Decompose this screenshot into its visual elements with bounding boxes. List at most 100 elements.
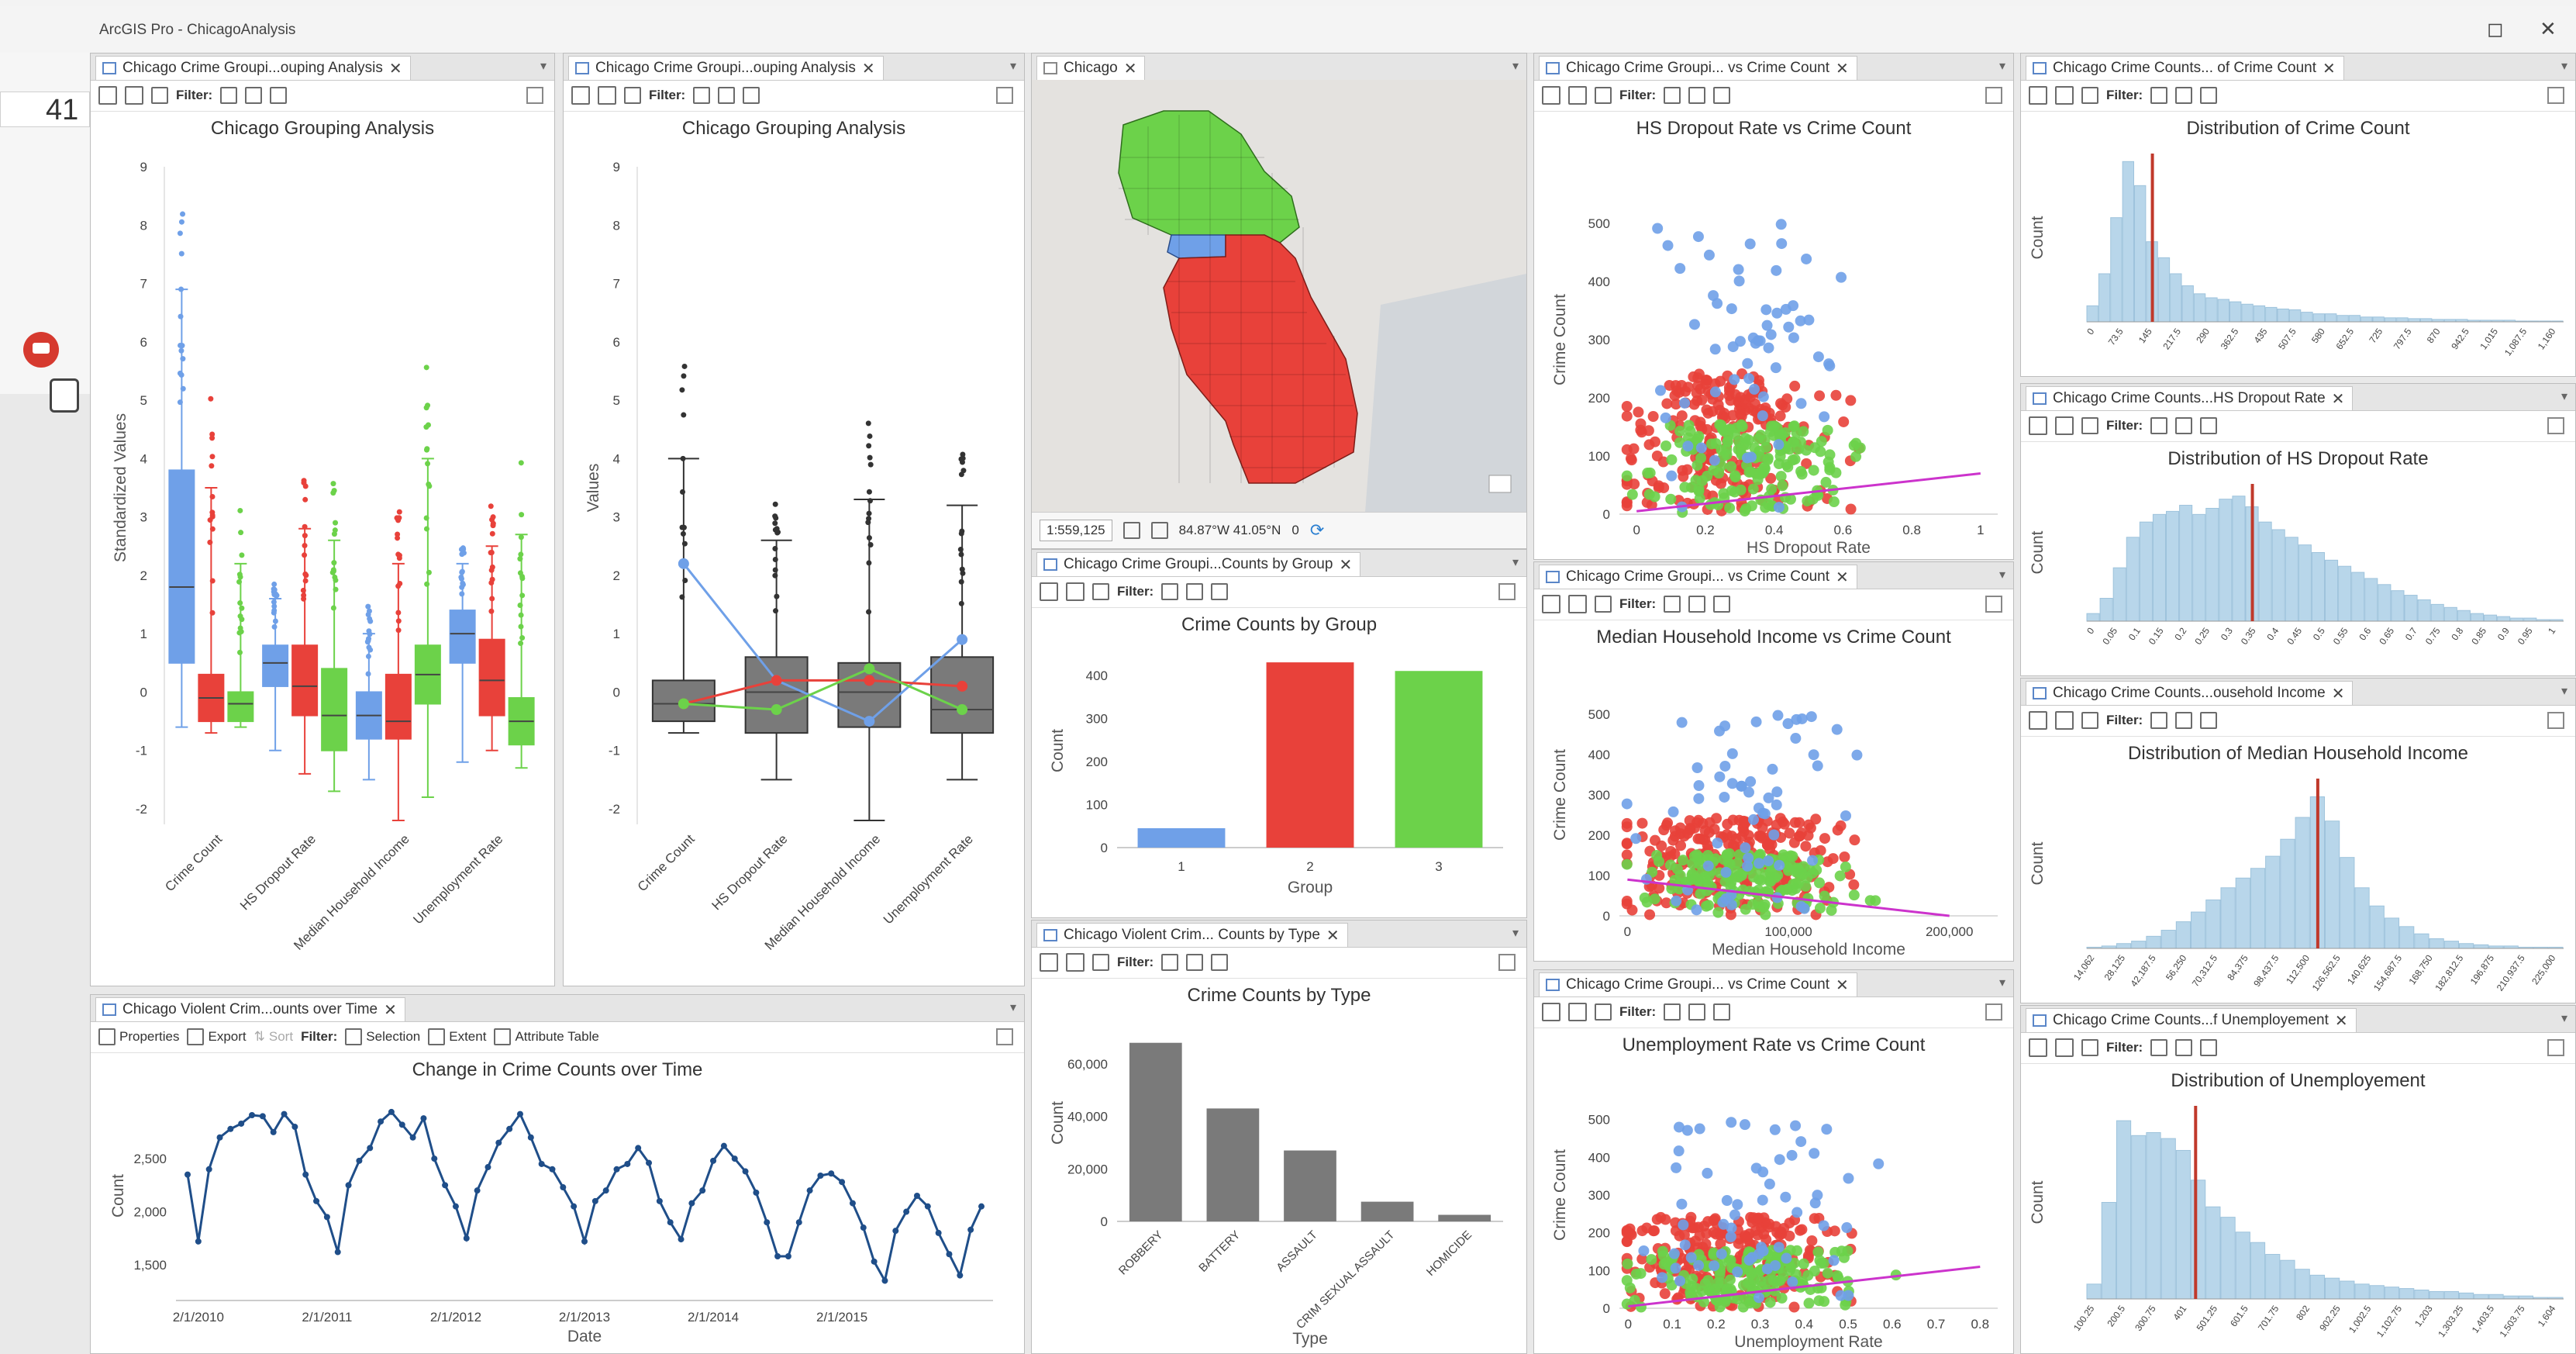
pane-properties-icon[interactable]	[996, 1028, 1013, 1045]
properties-icon[interactable]	[2029, 86, 2047, 105]
filter-selection-icon[interactable]	[1161, 583, 1179, 600]
pane-tab[interactable]: Chicago Crime Groupi... vs Crime Count ✕	[1539, 56, 1857, 80]
properties-icon[interactable]	[2029, 1038, 2047, 1057]
map-view[interactable]	[1032, 80, 1526, 513]
scatter-income-chart[interactable]: Median Household Income vs Crime Count 0 1…	[1534, 620, 2013, 961]
attribute-table-icon[interactable]	[1211, 583, 1229, 600]
pane-tab[interactable]: Chicago ✕	[1036, 56, 1146, 80]
attribute-table-icon[interactable]	[743, 87, 760, 104]
sort-icon[interactable]	[1092, 583, 1109, 600]
pane-properties-icon[interactable]	[1985, 1003, 2002, 1021]
boxplot-values-chart[interactable]: Chicago Grouping Analysis -2 -1 0 1 2 3 4 5 6 7 8 9 V…	[564, 111, 1024, 986]
export-icon[interactable]	[598, 86, 616, 105]
tab-close-icon[interactable]: ✕	[862, 59, 875, 78]
close-icon[interactable]: ✕	[2540, 17, 2557, 41]
filter-selection-icon[interactable]	[1664, 87, 1681, 104]
filter-selection-icon[interactable]	[2150, 712, 2168, 729]
tab-close-icon[interactable]: ✕	[384, 1000, 397, 1020]
attribute-table-icon[interactable]	[2200, 1039, 2218, 1056]
pane-menu-icon[interactable]: ▾	[2561, 683, 2567, 699]
boxplot-standardized-chart[interactable]: Chicago Grouping Analysis -2 -1 0 1 2 3 4 5 6 7 8 9 S…	[91, 111, 554, 986]
pane-tab[interactable]: Chicago Crime Groupi...ouping Analysis ✕	[95, 56, 411, 80]
sort-icon[interactable]	[151, 87, 168, 104]
attribute-table-icon[interactable]	[1713, 87, 1731, 104]
hist-crime-chart[interactable]: Distribution of Crime Count 0 73.5 145 217.5…	[2021, 111, 2575, 376]
pane-menu-icon[interactable]: ▾	[1999, 58, 2005, 74]
sort-icon[interactable]	[2081, 712, 2098, 729]
properties-icon[interactable]	[98, 86, 117, 105]
pane-menu-icon[interactable]: ▾	[2561, 389, 2567, 404]
tab-close-icon[interactable]: ✕	[1836, 976, 1849, 995]
filter-extent-icon[interactable]	[2175, 87, 2193, 104]
pane-properties-icon[interactable]	[996, 87, 1013, 104]
filter-extent-icon[interactable]	[2175, 417, 2193, 434]
pane-menu-icon[interactable]: ▾	[540, 58, 547, 74]
pane-tab[interactable]: Chicago Crime Counts... of Crime Count ✕	[2026, 56, 2344, 80]
attribute-table-icon[interactable]	[1713, 1003, 1731, 1021]
tab-close-icon[interactable]: ✕	[2332, 684, 2345, 703]
tab-close-icon[interactable]: ✕	[389, 59, 402, 78]
filter-selection-icon[interactable]	[2150, 417, 2168, 434]
properties-icon[interactable]	[1542, 86, 1560, 105]
line-time-chart[interactable]: Change in Crime Counts over Time 1,500 2,0…	[91, 1052, 1024, 1353]
pane-menu-icon[interactable]: ▾	[1512, 58, 1519, 74]
pane-menu-icon[interactable]: ▾	[1010, 1000, 1016, 1015]
filter-selection-icon[interactable]	[2150, 87, 2168, 104]
bar-type-chart[interactable]: Crime Counts by Type 0 20,000 40,000 60,000 R…	[1032, 978, 1526, 1353]
tab-close-icon[interactable]: ✕	[2332, 389, 2345, 409]
export-icon[interactable]	[2055, 416, 2074, 435]
filter-extent-icon[interactable]	[1688, 87, 1706, 104]
pane-properties-icon[interactable]	[2547, 87, 2564, 104]
tab-close-icon[interactable]: ✕	[1836, 568, 1849, 587]
export-icon[interactable]	[1568, 595, 1587, 613]
restore-icon[interactable]: ◻	[2487, 17, 2504, 41]
pane-tab[interactable]: Chicago Crime Groupi... vs Crime Count ✕	[1539, 565, 1857, 589]
pane-tab[interactable]: Chicago Crime Counts...f Unemployement ✕	[2026, 1008, 2357, 1032]
attribute-table-icon[interactable]	[1211, 954, 1229, 971]
grid-icon[interactable]	[1150, 522, 1168, 539]
filter-extent-icon[interactable]	[718, 87, 736, 104]
pane-menu-icon[interactable]: ▾	[1010, 58, 1016, 74]
tab-close-icon[interactable]: ✕	[2335, 1011, 2348, 1031]
tab-close-icon[interactable]: ✕	[1124, 59, 1137, 78]
attribute-table-icon[interactable]	[2200, 712, 2218, 729]
refresh-icon[interactable]: ⟳	[1310, 520, 1324, 541]
pane-menu-icon[interactable]: ▾	[1999, 567, 2005, 582]
basemap-icon[interactable]	[1488, 475, 1512, 493]
sort-icon[interactable]	[2081, 1039, 2098, 1056]
tab-close-icon[interactable]: ✕	[1339, 555, 1352, 575]
pane-properties-icon[interactable]	[526, 87, 543, 104]
hist-income-chart[interactable]: Distribution of Median Household Income 1…	[2021, 736, 2575, 1003]
properties-icon[interactable]	[2029, 416, 2047, 435]
properties-icon[interactable]	[1542, 1003, 1560, 1021]
filter-selection-icon[interactable]	[1664, 596, 1681, 613]
pane-tab[interactable]: Chicago Violent Crim... Counts by Type ✕	[1036, 923, 1348, 947]
export-icon[interactable]	[1568, 86, 1587, 105]
attribute-table-icon[interactable]	[1713, 596, 1731, 613]
sort-icon[interactable]	[2081, 417, 2098, 434]
properties-icon[interactable]	[2029, 711, 2047, 730]
pane-tab[interactable]: Chicago Crime Groupi...ouping Analysis ✕	[568, 56, 884, 80]
pane-properties-icon[interactable]	[1985, 596, 2002, 613]
sort-icon[interactable]	[2081, 87, 2098, 104]
filter-selection-icon[interactable]	[1161, 954, 1179, 971]
tab-close-icon[interactable]: ✕	[1326, 926, 1340, 945]
selection-button[interactable]: Selection	[345, 1028, 420, 1045]
export-icon[interactable]	[1066, 582, 1085, 601]
pane-properties-icon[interactable]	[2547, 417, 2564, 434]
pane-properties-icon[interactable]	[2547, 1039, 2564, 1056]
chicago-map[interactable]	[1032, 80, 1526, 513]
attribute-table-icon[interactable]	[2200, 417, 2218, 434]
pane-tab[interactable]: Chicago Violent Crim...ounts over Time ✕	[95, 997, 405, 1021]
filter-extent-icon[interactable]	[1186, 954, 1204, 971]
tab-close-icon[interactable]: ✕	[2323, 59, 2336, 78]
pane-menu-icon[interactable]: ▾	[1512, 554, 1519, 570]
pane-menu-icon[interactable]: ▾	[2561, 1010, 2567, 1026]
hist-unemployment-chart[interactable]: Distribution of Unemployement 100.25 200.5…	[2021, 1063, 2575, 1353]
properties-button[interactable]: Properties	[98, 1028, 179, 1045]
tab-close-icon[interactable]: ✕	[1836, 59, 1849, 78]
sort-button[interactable]: ⇅ Sort	[254, 1029, 293, 1045]
scale-selector[interactable]: 1:559,125	[1040, 520, 1112, 541]
sort-icon[interactable]	[1595, 1003, 1612, 1021]
sort-icon[interactable]	[624, 87, 641, 104]
